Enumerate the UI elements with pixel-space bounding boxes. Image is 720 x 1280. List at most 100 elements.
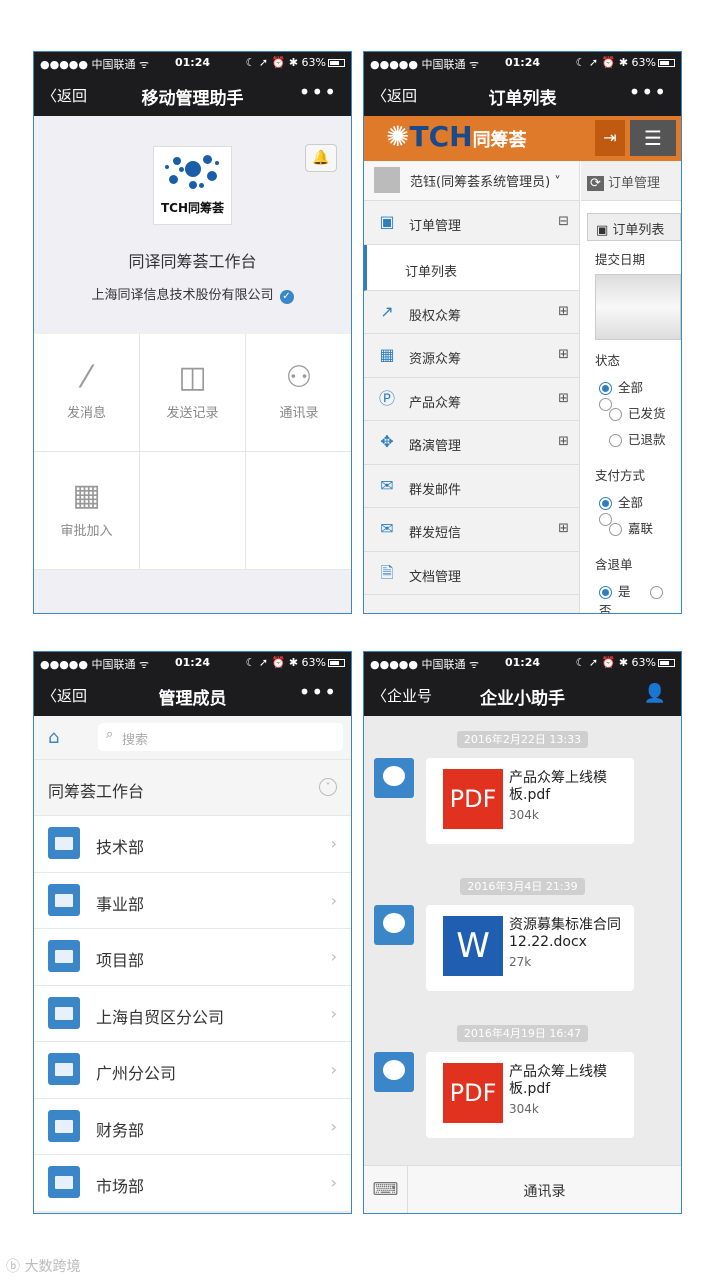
bot-avatar-icon (374, 758, 414, 798)
status-icons: ☾ ➚ ⏰ ✱ (575, 56, 629, 69)
qrcode-icon: ▦ (72, 478, 101, 513)
company-name: 上海同译信息技术股份有限公司 ✓ (34, 284, 351, 304)
dept-item[interactable]: 财务部 › (34, 1098, 351, 1155)
status-bar: ●●●●● 中国联通 ᯤ 01:24 ☾ ➚ ⏰ ✱ 63% (34, 652, 351, 674)
menu-order-list[interactable]: 订单列表 (364, 244, 579, 291)
money-icon: ▣ (379, 212, 395, 231)
battery-icon (658, 59, 675, 67)
chevron-right-icon: › (330, 1116, 337, 1136)
menu-product-crowdfunding[interactable]: Ⓟ 产品众筹 ⊞ (364, 378, 579, 421)
order-panel: ⟳ 订单管理 ▣ 订单列表 提交日期 状态 全部 已发货 已退款 支付方式 全部… (581, 161, 681, 613)
chevron-right-icon: › (330, 947, 337, 966)
nav-bar: 〈返回 管理成员 ••• (34, 674, 351, 716)
battery-icon (328, 659, 345, 667)
more-button[interactable]: ••• (299, 680, 337, 704)
pdf-icon: PDF (443, 1063, 503, 1123)
pay-all-radio[interactable]: 全部 (599, 492, 681, 526)
bottom-bar: ⌨ 通讯录 (364, 1165, 681, 1213)
send-records-button[interactable]: ◫ 发送记录 (140, 334, 246, 452)
logo-text: TCH同筹荟 (160, 201, 225, 215)
phone-enterprise-assistant: ●●●●● 中国联通 ᯤ 01:24 ☾ ➚ ⏰ ✱ 63% 〈企业号 企业小助… (363, 651, 682, 1214)
dept-item[interactable]: 技术部 › (34, 816, 351, 873)
date-label: 提交日期 (595, 252, 646, 267)
file-card[interactable]: PDF 产品众筹上线模板.pdf 304k (426, 1052, 634, 1138)
file-card[interactable]: PDF 产品众筹上线模板.pdf 304k (426, 758, 634, 844)
send-message-button[interactable]: ⁄ 发消息 (34, 334, 140, 452)
battery-percent: 63% (301, 56, 326, 69)
folder-icon (48, 940, 80, 972)
timestamp: 2016年4月19日 16:47 (364, 1022, 681, 1042)
timestamp: 2016年2月22日 13:33 (364, 728, 681, 748)
file-name: 资源募集标准合同12.22.docx (509, 917, 621, 950)
search-input[interactable]: 搜索 (98, 723, 343, 751)
menu-roadshow[interactable]: ✥ 路演管理 ⊞ (364, 421, 579, 465)
status-right: ☾ ➚ ⏰ ✱ 63% (246, 656, 345, 669)
panel-breadcrumb[interactable]: ⟳ 订单管理 (581, 161, 681, 201)
battery-percent: 63% (301, 656, 326, 669)
refund-label: 含退单 (595, 557, 633, 572)
approve-join-button[interactable]: ▦ 审批加入 (34, 452, 140, 570)
user-selector[interactable]: 范钰(同筹荟系统管理员) ˅ (364, 161, 579, 201)
menu-resource-crowdfunding[interactable]: ▦ 资源众筹 ⊞ (364, 334, 579, 378)
phone-admin-assistant: ●●●●● 中国联通 ᯤ 01:24 ☾ ➚ ⏰ ✱ 63% 〈返回 移动管理助… (33, 51, 352, 614)
dept-item[interactable]: 项目部 › (34, 929, 351, 986)
dept-item[interactable]: 事业部 › (34, 872, 351, 929)
logout-icon[interactable]: ⇥ (595, 120, 625, 156)
banner-logo: ✺TCH同筹荟 (386, 120, 527, 153)
people-icon: ⚇ (285, 360, 313, 395)
chevron-right-icon: › (330, 1060, 337, 1079)
chart-icon: ↗ (380, 301, 394, 321)
chevron-down-icon[interactable]: ˅ (319, 778, 337, 796)
bot-avatar-icon (374, 1052, 414, 1092)
keyboard-icon[interactable]: ⌨ (364, 1166, 408, 1213)
menu-documents[interactable]: 🗎 文档管理 (364, 552, 579, 595)
menu-mass-sms[interactable]: ✉ 群发短信 ⊞ (364, 508, 579, 552)
org-logo: TCH同筹荟 (153, 146, 232, 225)
state-label: 状态 (595, 353, 621, 368)
file-card[interactable]: W 资源募集标准合同12.22.docx 27k (426, 905, 634, 991)
menu-equity-crowdfunding[interactable]: ↗ 股权众筹 ⊞ (364, 291, 579, 334)
timestamp: 2016年3月4日 21:39 (364, 875, 681, 895)
network-icon: ✥ (380, 432, 394, 451)
state-refunded-radio[interactable]: 已退款 (599, 429, 681, 455)
chevron-right-icon: › (330, 890, 337, 910)
message-list: 2016年2月22日 13:33 PDF 产品众筹上线模板.pdf 304k 2… (364, 716, 681, 1165)
refresh-icon[interactable]: ⟳ (587, 176, 604, 191)
profile-icon[interactable]: 👤 (644, 683, 667, 704)
status-bar: ●●●●● 中国联通 ᯤ 01:24 ☾ ➚ ⏰ ✱ 63% (364, 52, 681, 74)
more-button[interactable]: ••• (299, 80, 337, 104)
function-grid: ⁄ 发消息 ◫ 发送记录 ⚇ 通讯录 ▦ 审批加入 (34, 334, 351, 570)
contacts-button[interactable]: ⚇ 通讯录 (246, 334, 351, 452)
nav-bar: 〈返回 移动管理助手 ••• (34, 74, 351, 116)
menu-mass-email[interactable]: ✉ 群发邮件 (364, 465, 579, 508)
envelope-outline-icon: ✉ (380, 519, 394, 538)
sidebar: 范钰(同筹荟系统管理员) ˅ ▣ 订单管理 ⊟ 订单列表 ↗ 股权众筹 ⊞ ▦ 资源众筹 ⊞… (364, 161, 580, 613)
org-header: TCH同筹荟 🔔 同译同筹荟工作台 上海同译信息技术股份有限公司 ✓ (34, 116, 351, 334)
more-button[interactable]: ••• (629, 80, 667, 104)
dept-item[interactable]: 广州分公司 › (34, 1042, 351, 1099)
contacts-tab[interactable]: 通讯录 (408, 1181, 681, 1201)
logo-dots-icon (163, 151, 223, 197)
bell-icon[interactable]: 🔔 (305, 144, 337, 172)
group-header[interactable]: 同筹荟工作台 ˅ (34, 760, 351, 816)
chevron-right-icon: › (330, 834, 337, 853)
home-icon[interactable]: ⌂ (48, 727, 59, 748)
org-name: 同译同筹荟工作台 (128, 252, 257, 271)
status-icons: ☾ ➚ ⏰ ✱ (575, 656, 629, 669)
state-all-radio[interactable]: 全部 (599, 377, 681, 411)
dept-item[interactable]: 上海自贸区分公司 › (34, 985, 351, 1042)
menu-order-management[interactable]: ▣ 订单管理 ⊟ (364, 201, 579, 245)
file-size: 27k (509, 955, 532, 969)
status-right: ☾ ➚ ⏰ ✱ 63% (246, 56, 345, 69)
search-bar: ⌂ 搜索 (34, 716, 351, 760)
hamburger-icon[interactable]: ☰ (630, 120, 676, 156)
status-right: ☾ ➚ ⏰ ✱ 63% (576, 56, 675, 69)
envelope-icon: ✉ (380, 475, 394, 495)
page-title: 企业小助手 (480, 689, 565, 709)
dept-item[interactable]: 市场部 › (34, 1155, 351, 1212)
folder-icon (48, 1053, 80, 1085)
pay-label: 支付方式 (595, 468, 646, 483)
refund-radios[interactable]: 是 否 (599, 581, 681, 613)
watermark: ⓑ 大数跨境 (6, 1259, 81, 1275)
date-input[interactable] (595, 274, 681, 340)
